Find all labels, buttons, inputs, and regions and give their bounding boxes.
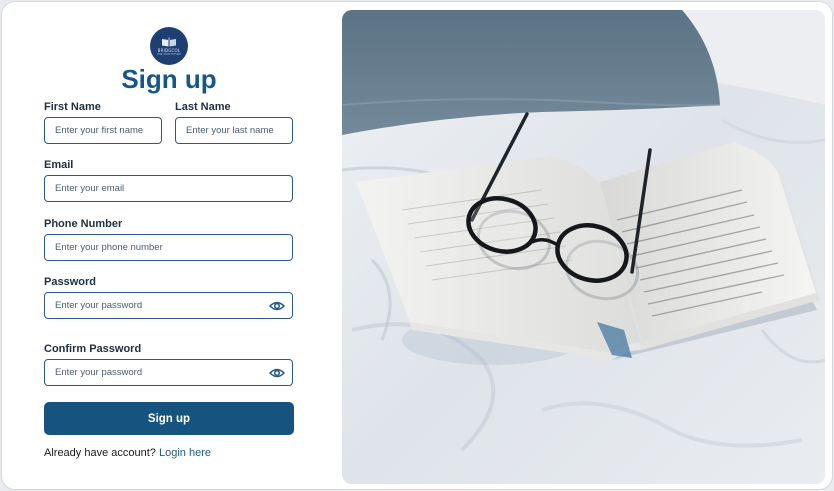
- first-name-input[interactable]: Enter your first name: [44, 117, 162, 144]
- book-glasses-illustration: [342, 10, 825, 484]
- login-prompt-text: Already have account?: [44, 447, 156, 459]
- email-placeholder: Enter your email: [55, 183, 125, 194]
- first-name-label: First Name: [44, 101, 101, 113]
- confirm-password-placeholder: Enter your password: [55, 367, 143, 378]
- confirm-password-input[interactable]: Enter your password: [44, 359, 293, 386]
- phone-label: Phone Number: [44, 218, 123, 230]
- last-name-placeholder: Enter your last name: [186, 125, 274, 136]
- book-logo-icon: [162, 37, 176, 46]
- phone-placeholder: Enter your phone number: [55, 242, 163, 253]
- last-name-label: Last Name: [175, 101, 231, 113]
- eye-icon[interactable]: [269, 300, 285, 312]
- eye-icon[interactable]: [269, 367, 285, 379]
- password-label: Password: [44, 276, 96, 288]
- brand-logo: BRIDGCOL FOR YOUR FUTURE: [150, 27, 188, 65]
- password-placeholder: Enter your password: [55, 300, 143, 311]
- last-name-input[interactable]: Enter your last name: [175, 117, 293, 144]
- signup-button[interactable]: Sign up: [44, 402, 294, 435]
- logo-tagline: FOR YOUR FUTURE: [157, 52, 181, 56]
- first-name-placeholder: Enter your first name: [55, 125, 144, 136]
- login-prompt: Already have account? Login here: [44, 447, 211, 459]
- password-input[interactable]: Enter your password: [44, 292, 293, 319]
- hero-image: [342, 10, 825, 484]
- email-input[interactable]: Enter your email: [44, 175, 293, 202]
- page-title: Sign up: [121, 64, 217, 94]
- confirm-password-label: Confirm Password: [44, 343, 142, 355]
- phone-input[interactable]: Enter your phone number: [44, 234, 293, 261]
- signup-card: BRIDGCOL FOR YOUR FUTURE Sign up First N…: [1, 1, 833, 490]
- login-link[interactable]: Login here: [159, 447, 211, 459]
- email-label: Email: [44, 159, 74, 171]
